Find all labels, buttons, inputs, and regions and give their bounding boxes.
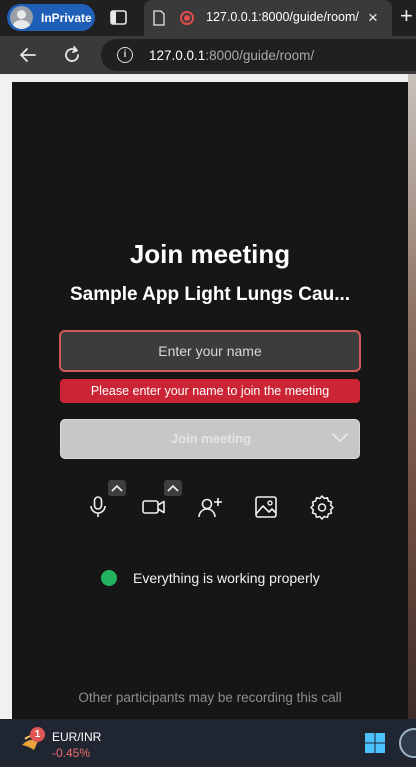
chevron-down-icon[interactable] — [331, 432, 349, 444]
camera-icon[interactable] — [140, 493, 168, 521]
chevron-up-icon — [167, 484, 179, 492]
back-arrow-icon[interactable] — [18, 45, 38, 65]
browser-toolbar: i 127.0.0.1:8000/guide/room/ — [0, 36, 416, 74]
display-name-input[interactable] — [59, 330, 361, 372]
page-title: Join meeting — [129, 239, 291, 269]
camera-options-button[interactable] — [164, 480, 182, 496]
ticker-change: -0.45% — [52, 746, 91, 760]
recording-notice: Other participants may be recording this… — [78, 690, 342, 705]
tab-title: 127.0.0.1:8000/guide/room/ — [206, 10, 359, 24]
prejoin-panel: Join meeting Sample App Light Lungs Cau.… — [12, 82, 408, 719]
address-bar[interactable]: i 127.0.0.1:8000/guide/room/ — [101, 39, 416, 71]
profile-avatar-icon — [10, 6, 33, 29]
site-info-icon[interactable]: i — [117, 47, 133, 63]
tab-actions-icon[interactable] — [110, 9, 127, 26]
recording-indicator-icon — [180, 11, 194, 25]
windows-start-icon[interactable] — [364, 732, 386, 754]
microphone-icon[interactable] — [84, 493, 112, 521]
page-document-icon — [153, 10, 165, 26]
tab-close-button[interactable]: × — [368, 9, 378, 26]
taskbar: 1 EUR/INR -0.45% — [0, 719, 416, 767]
url-path: :8000/guide/room/ — [205, 48, 315, 63]
background-photo — [408, 74, 416, 719]
screen: InPrivate 127.0.0.1:8000/guide/room/ × +… — [0, 0, 416, 767]
device-status-text: Everything is working properly — [133, 570, 320, 586]
status-ok-icon — [101, 570, 117, 586]
web-page: Join meeting Sample App Light Lungs Cau.… — [0, 74, 416, 719]
ticker-pair[interactable]: EUR/INR — [52, 730, 101, 744]
browser-tab-bar: InPrivate 127.0.0.1:8000/guide/room/ × + — [0, 0, 416, 36]
chevron-up-icon — [111, 484, 123, 492]
join-meeting-label: Join meeting — [170, 431, 252, 446]
join-meeting-button[interactable]: Join meeting — [60, 419, 360, 459]
notification-badge: 1 — [30, 727, 45, 742]
inprivate-label: InPrivate — [41, 10, 92, 25]
address-url: 127.0.0.1:8000/guide/room/ — [149, 48, 314, 63]
microphone-options-button[interactable] — [108, 480, 126, 496]
url-host: 127.0.0.1 — [149, 48, 206, 63]
reload-icon[interactable] — [62, 45, 82, 65]
background-icon[interactable] — [252, 493, 280, 521]
settings-icon[interactable] — [308, 493, 336, 521]
name-required-error: Please enter your name to join the meeti… — [60, 379, 360, 403]
room-name: Sample App Light Lungs Cau... — [69, 284, 351, 305]
search-icon[interactable] — [399, 728, 416, 758]
active-tab[interactable]: 127.0.0.1:8000/guide/room/ × — [144, 0, 392, 36]
new-tab-button[interactable]: + — [400, 5, 413, 27]
invite-people-icon[interactable] — [196, 493, 224, 521]
inprivate-profile-button[interactable]: InPrivate — [7, 4, 95, 31]
